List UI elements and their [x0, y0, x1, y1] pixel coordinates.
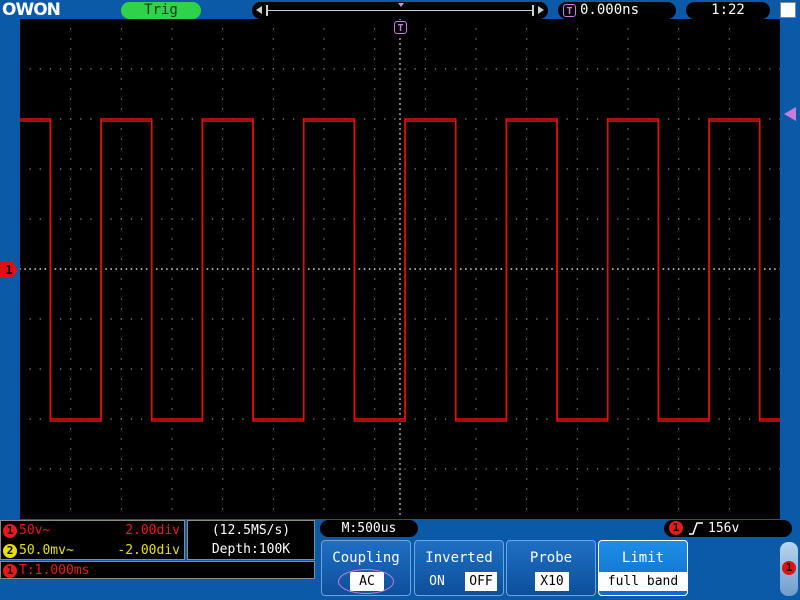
memory-position-marker — [398, 3, 404, 7]
left-arrow-icon — [256, 6, 262, 14]
trigger-position-readout: T 0.000ns — [558, 2, 676, 19]
trigger-level: 156v — [708, 521, 740, 536]
coupling-value: AC — [350, 572, 384, 591]
menu-channel-side-tab[interactable]: 1 — [780, 542, 798, 596]
memory-track — [268, 10, 532, 11]
side-channel-icon: 1 — [782, 561, 796, 575]
limit-value: full band — [599, 572, 687, 591]
limit-menu-button[interactable]: Limit full band — [598, 540, 688, 596]
ch2-volts-div: -2.00div — [117, 543, 180, 558]
trig-status-badge: Trig — [121, 2, 201, 19]
channel-info: 1 50v~ 2.00div 2 50.0mv~ -2.00div — [0, 520, 185, 560]
main-timebase: M:500us — [320, 520, 418, 537]
timebase-info: 1 T:1.000ms — [0, 561, 315, 579]
timebase-value: T:1.000ms — [19, 563, 90, 578]
owon-logo: OWON — [2, 0, 61, 20]
probe-menu-button[interactable]: Probe X10 — [506, 540, 596, 596]
trigger-position-marker: T — [393, 20, 409, 36]
clock: 1:22 — [686, 2, 770, 19]
memory-position-bar[interactable] — [252, 2, 548, 19]
memory-right-bracket — [532, 5, 534, 16]
close-icon[interactable] — [780, 2, 796, 18]
inverted-off-option[interactable]: OFF — [465, 572, 497, 591]
trigger-t-icon: T — [394, 21, 407, 34]
coupling-menu-button[interactable]: Coupling AC — [321, 540, 411, 596]
limit-label: Limit — [621, 550, 665, 566]
waveform-screen[interactable] — [20, 19, 780, 519]
trigger-position-value: 0.000ns — [580, 2, 640, 18]
inverted-menu-button[interactable]: Inverted ON OFF — [414, 540, 504, 596]
ch2-icon: 2 — [3, 544, 17, 558]
ch1-coupling: 50v~ — [19, 523, 51, 538]
sample-rate: (12.5MS/s) — [211, 523, 291, 538]
ch1-waveform-noise — [20, 120, 780, 422]
inverted-label: Inverted — [425, 550, 493, 566]
trigger-source-icon: 1 — [669, 521, 683, 535]
inverted-on-option[interactable]: ON — [425, 572, 449, 591]
ch2-info-row: 2 50.0mv~ -2.00div — [3, 542, 184, 560]
ch1-icon: 1 — [3, 524, 17, 538]
rising-edge-icon — [689, 522, 703, 535]
ch2-coupling: 50.0mv~ — [19, 543, 74, 558]
trigger-t-icon: T — [563, 4, 576, 17]
coupling-label: Coupling — [332, 550, 400, 566]
sampling-info: (12.5MS/s) Depth:100K — [187, 520, 315, 560]
graticule — [20, 19, 780, 515]
grid-dots — [20, 19, 780, 515]
ch1-volts-div: 2.00div — [125, 523, 180, 538]
probe-value: X10 — [535, 572, 569, 591]
timebase-channel-icon: 1 — [3, 564, 17, 578]
right-arrow-icon — [538, 6, 544, 14]
ch1-info-row: 1 50v~ 2.00div — [3, 522, 184, 540]
record-depth: Depth:100K — [211, 542, 291, 557]
ch1-ground-marker: 1 — [0, 262, 18, 278]
probe-label: Probe — [529, 550, 573, 566]
trigger-level-arrow-icon — [784, 107, 796, 121]
trigger-info: 1 156v — [664, 520, 792, 537]
